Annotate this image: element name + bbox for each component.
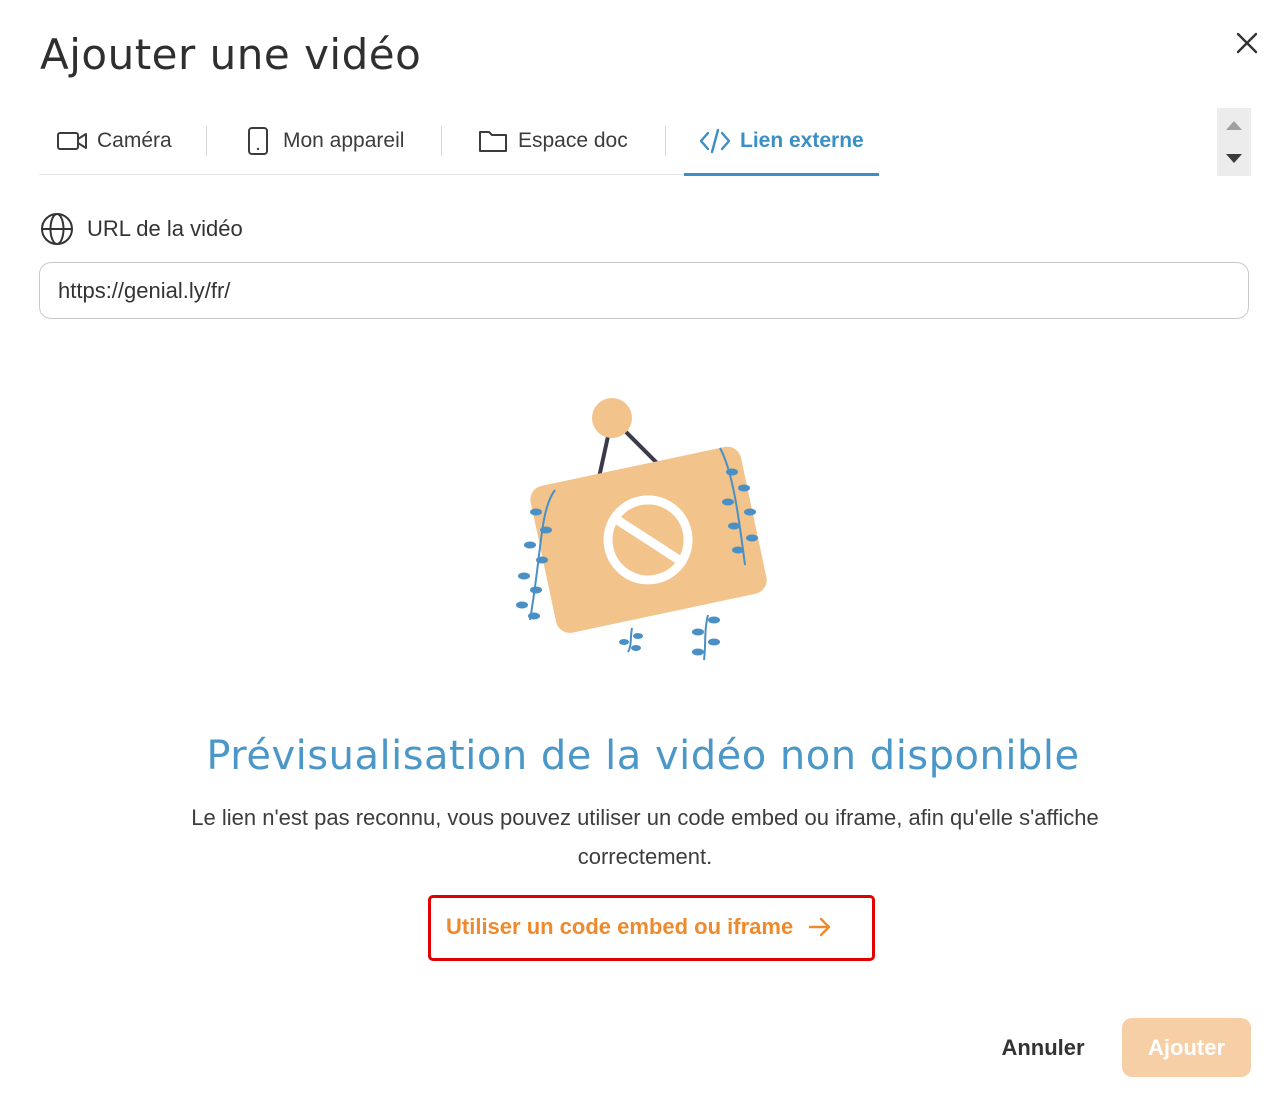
globe-icon xyxy=(41,213,73,245)
url-label-text: URL de la vidéo xyxy=(87,216,243,241)
add-button[interactable]: Ajouter xyxy=(1122,1018,1251,1077)
phone-icon xyxy=(241,126,275,156)
preview-unavailable-heading: Prévisualisation de la vidéo non disponi… xyxy=(206,733,1080,779)
source-tabs: Caméra Mon appareil Espace doc Lien exte… xyxy=(39,110,1251,176)
close-icon xyxy=(1236,32,1258,54)
video-url-input[interactable] xyxy=(39,262,1249,319)
dialog-title: Ajouter une vidéo xyxy=(40,30,422,79)
scroll-down-button[interactable] xyxy=(1217,142,1251,176)
use-embed-code-label: Utiliser un code embed ou iframe xyxy=(446,914,794,939)
close-button[interactable] xyxy=(1232,28,1262,58)
add-video-dialog: Ajouter une vidéo Caméra Mon appareil Es… xyxy=(0,0,1286,1114)
use-embed-code-link[interactable]: Utiliser un code embed ou iframe xyxy=(446,906,833,948)
tab-my-device[interactable]: Mon appareil xyxy=(241,110,404,172)
tab-my-device-label: Mon appareil xyxy=(283,129,405,152)
camera-icon xyxy=(55,126,89,156)
tabs-scroller xyxy=(1217,108,1251,176)
tab-camera[interactable]: Caméra xyxy=(55,110,172,172)
tab-divider xyxy=(665,126,666,156)
scroll-up-button[interactable] xyxy=(1217,108,1251,142)
tab-camera-label: Caméra xyxy=(97,129,172,152)
code-icon xyxy=(698,126,732,156)
preview-unavailable-description: Le lien n'est pas reconnu, vous pouvez u… xyxy=(191,805,1099,869)
triangle-down-icon xyxy=(1226,154,1242,163)
folder-icon xyxy=(476,126,510,156)
no-entry-sign-illustration xyxy=(500,390,790,670)
triangle-up-icon xyxy=(1226,121,1242,130)
tab-external-link[interactable]: Lien externe xyxy=(698,110,864,172)
tab-divider xyxy=(206,126,207,156)
arrow-right-icon xyxy=(808,917,831,937)
cancel-button[interactable]: Annuler xyxy=(988,1020,1098,1076)
tab-doc-space-label: Espace doc xyxy=(518,129,628,152)
url-field-label: URL de la vidéo xyxy=(40,212,243,246)
active-tab-indicator xyxy=(684,173,879,176)
tab-doc-space[interactable]: Espace doc xyxy=(476,110,628,172)
tab-external-link-label: Lien externe xyxy=(740,129,864,152)
tab-divider xyxy=(441,126,442,156)
